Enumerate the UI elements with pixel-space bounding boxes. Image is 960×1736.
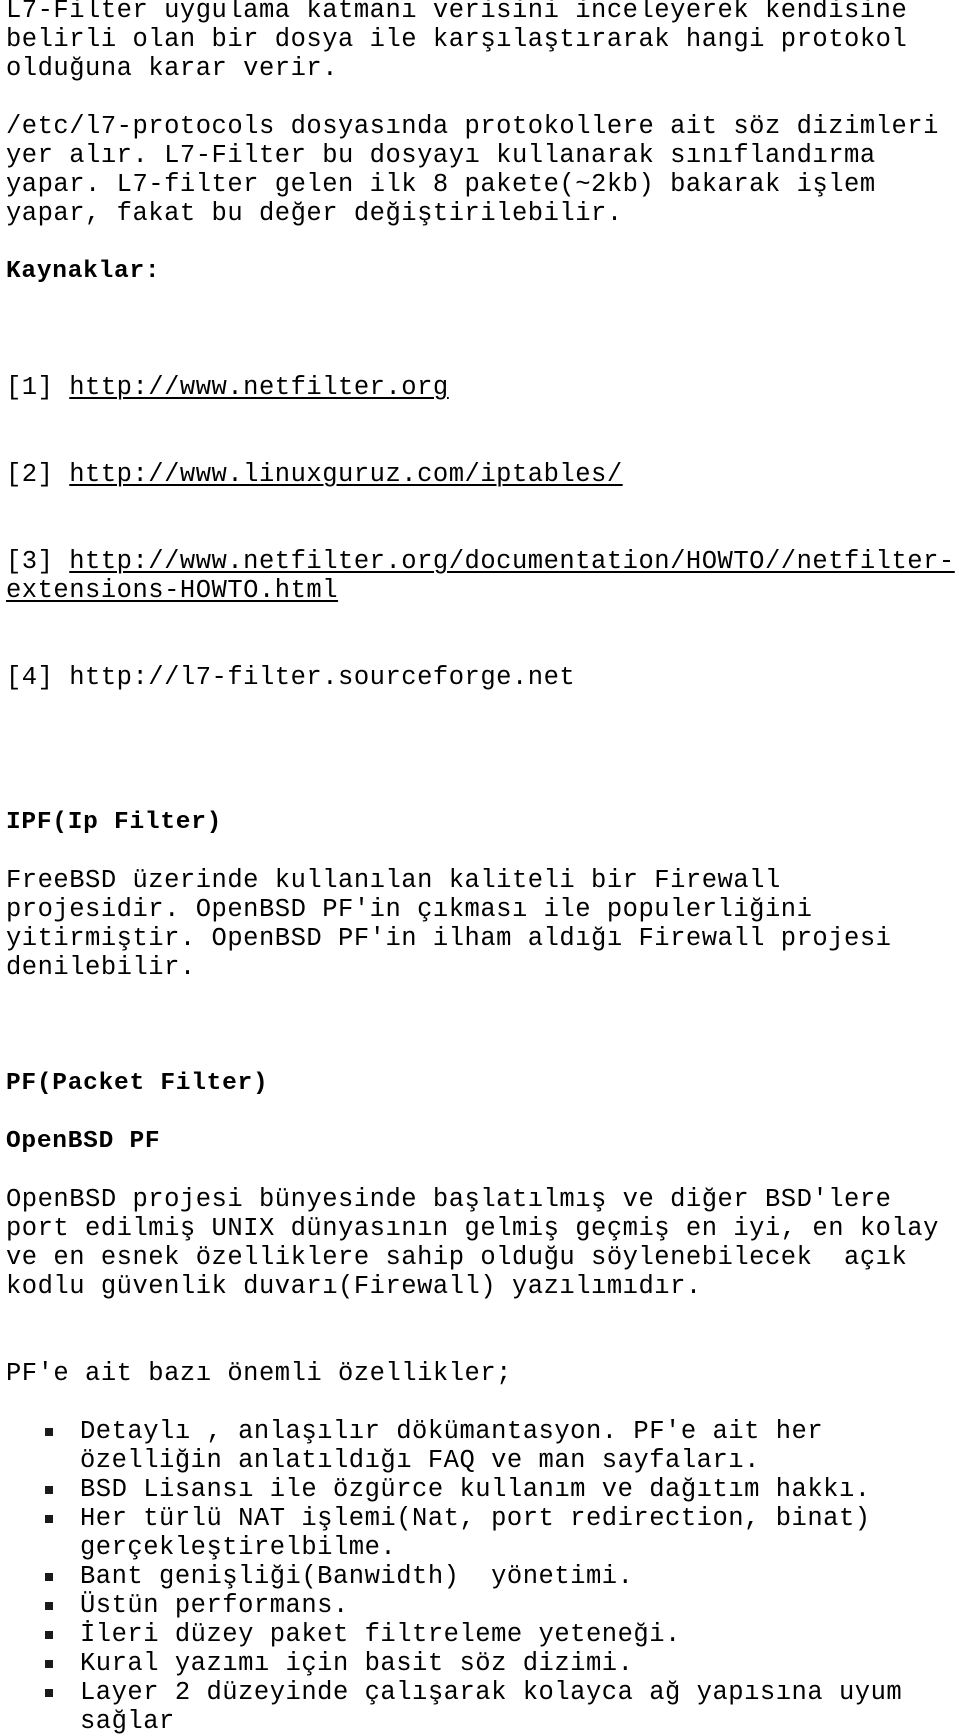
reference-marker: [1]	[6, 373, 70, 402]
list-item-label: Kural yazımı için basit söz dizimi.	[80, 1649, 634, 1678]
paragraph-l7-intro: L7-Filter uygulama katmanı verisini ince…	[6, 0, 924, 83]
paragraph-pf-body: OpenBSD projesi bünyesinde başlatılmış v…	[6, 1185, 955, 1301]
list-item-label: Detaylı , anlaşılır dökümantasyon. PF'e …	[80, 1417, 839, 1475]
reference-link[interactable]: http://www.netfilter.org/documentation/H…	[6, 547, 955, 605]
reference-item: [2] http://www.linuxguruz.com/iptables/	[6, 460, 960, 489]
reference-link[interactable]: http://www.linuxguruz.com/iptables/	[69, 460, 622, 489]
reference-item: [3] http://www.netfilter.org/documentati…	[6, 547, 960, 605]
reference-marker: [2]	[6, 460, 70, 489]
square-bullet-icon	[45, 1602, 53, 1610]
document-page: L7-Filter uygulama katmanı verisini ince…	[0, 0, 960, 1736]
square-bullet-icon	[45, 1631, 53, 1639]
list-item: Kural yazımı için basit söz dizimi.	[6, 1649, 960, 1678]
reference-marker: [4]	[6, 663, 70, 692]
reference-item: [1] http://www.netfilter.org	[6, 373, 960, 402]
list-item: İleri düzey paket filtreleme yeteneği.	[6, 1620, 960, 1649]
heading-kaynaklar: Kaynaklar:	[6, 258, 161, 285]
list-item: BSD Lisansı ile özgürce kullanım ve dağı…	[6, 1475, 960, 1504]
list-item: Layer 2 düzeyinde çalışarak kolayca ağ y…	[6, 1678, 960, 1736]
list-item: Detaylı , anlaşılır dökümantasyon. PF'e …	[6, 1417, 960, 1475]
document-content: L7-Filter uygulama katmanı verisini ince…	[6, 0, 960, 1736]
list-item-label: Üstün performans.	[80, 1591, 349, 1620]
paragraph-l7-protocols: /etc/l7-protocols dosyasında protokoller…	[6, 112, 955, 228]
list-item-label: İleri düzey paket filtreleme yeteneği.	[80, 1620, 681, 1649]
reference-link[interactable]: http://www.netfilter.org	[69, 373, 449, 402]
heading-openbsd-pf: OpenBSD PF	[6, 1128, 161, 1155]
paragraph-pf-features-intro: PF'e ait bazı önemli özellikler;	[6, 1359, 512, 1388]
paragraph-ipf-body: FreeBSD üzerinde kullanılan kaliteli bir…	[6, 866, 908, 982]
list-item: Her türlü NAT işlemi(Nat, port redirecti…	[6, 1504, 960, 1562]
square-bullet-icon	[45, 1428, 53, 1436]
heading-ipf: IPF(Ip Filter)	[6, 809, 223, 836]
reference-url-plain: http://l7-filter.sourceforge.net	[69, 663, 576, 692]
list-item: Üstün performans.	[6, 1591, 960, 1620]
list-item-label: Her türlü NAT işlemi(Nat, port redirecti…	[80, 1504, 887, 1562]
reference-marker: [3]	[6, 547, 70, 576]
list-item-label: Bant genişliği(Banwidth) yönetimi.	[80, 1562, 634, 1591]
reference-item: [4] http://l7-filter.sourceforge.net	[6, 663, 960, 692]
list-item: Bant genişliği(Banwidth) yönetimi.	[6, 1562, 960, 1591]
references-list: [1] http://www.netfilter.org [2] http://…	[6, 315, 960, 750]
square-bullet-icon	[45, 1573, 53, 1581]
square-bullet-icon	[45, 1515, 53, 1523]
square-bullet-icon	[45, 1689, 53, 1697]
list-item-label: BSD Lisansı ile özgürce kullanım ve dağı…	[80, 1475, 871, 1504]
list-item-label: Layer 2 düzeyinde çalışarak kolayca ağ y…	[80, 1678, 919, 1736]
heading-pf: PF(Packet Filter)	[6, 1070, 269, 1097]
square-bullet-icon	[45, 1486, 53, 1494]
square-bullet-icon	[45, 1660, 53, 1668]
pf-features-list: Detaylı , anlaşılır dökümantasyon. PF'e …	[6, 1417, 960, 1736]
